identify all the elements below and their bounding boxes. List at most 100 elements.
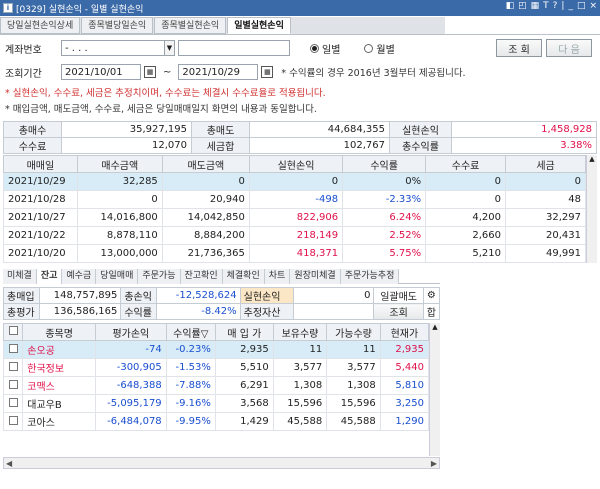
tab-stock-realized[interactable]: 종목별실현손익 — [154, 17, 227, 34]
settings-icon[interactable]: ⚙ — [422, 287, 441, 304]
cell-tax: 49,991 — [505, 244, 586, 263]
date-to-input[interactable]: 2021/10/29 — [178, 64, 259, 80]
col-avg-price[interactable]: 매 입 가 — [214, 323, 274, 341]
tab-chart[interactable]: 차트 — [264, 269, 291, 284]
tab-balance-check[interactable]: 잔고확인 — [180, 269, 223, 284]
row-checkbox[interactable] — [2, 340, 24, 359]
scroll-left-icon[interactable]: ◀ — [6, 459, 12, 468]
total-sell-label: 총매도 — [191, 121, 250, 138]
total-eval-label: 총평가 — [3, 303, 40, 320]
window-controls: ◧ ◰ ▦ T ? | _ □ × — [506, 1, 597, 11]
daily-table-scrollbar[interactable]: ▲ — [586, 155, 597, 263]
cell-rate: 2.52% — [342, 226, 427, 245]
fee-value: 12,070 — [61, 137, 192, 154]
col-price[interactable]: 현재가 — [379, 323, 430, 341]
calendar-icon[interactable]: ▦ — [144, 66, 156, 78]
app-icon: i — [3, 3, 13, 13]
cell-sell: 8,884,200 — [161, 226, 250, 245]
col-pnl[interactable]: 실현손익 — [248, 155, 344, 173]
minimize-icon[interactable]: _ — [568, 1, 573, 11]
calendar-icon[interactable]: ▦ — [261, 66, 274, 78]
radio-monthly[interactable]: 월별 — [364, 41, 395, 56]
tab-daily-realized[interactable]: 일별실현손익 — [227, 17, 291, 34]
title-bar: i [0329] 실현손익 - 일별 실현손익 ◧ ◰ ▦ T ? | _ □ … — [0, 0, 600, 16]
next-button[interactable]: 다 음 — [546, 39, 592, 57]
cell-tax: 20,431 — [505, 226, 586, 245]
layout-icon[interactable]: ◰ — [518, 1, 527, 11]
cell-sell: 14,042,850 — [161, 208, 250, 227]
table-row[interactable]: 2021/10/20 13,000,000 21,736,365 418,371… — [3, 244, 586, 263]
table-row[interactable]: 대교우B -5,095,179 -9.16% 3,568 15,596 15,5… — [2, 394, 430, 413]
table-row[interactable]: 손오공 -74 -0.23% 2,935 11 11 2,935 — [2, 340, 430, 359]
account-dropdown-icon[interactable]: ▼ — [165, 40, 175, 56]
sum-button[interactable]: 합 — [422, 303, 441, 320]
col-fee[interactable]: 수수료 — [425, 155, 507, 173]
tab-stock-today[interactable]: 종목별당일손익 — [81, 17, 154, 34]
close-icon[interactable]: × — [589, 1, 597, 11]
row-checkbox[interactable] — [2, 412, 24, 431]
cell-avg: 2,935 — [214, 340, 274, 359]
cell-pnl: -6,484,078 — [95, 412, 167, 431]
help-icon[interactable]: ? — [553, 1, 558, 11]
col-sell[interactable]: 매도금액 — [161, 155, 250, 173]
table-row[interactable]: 2021/10/28 0 20,940 -498 -2.33% 0 48 — [3, 190, 586, 209]
balance-query-button[interactable]: 조회 — [373, 303, 424, 320]
tab-orderable-est[interactable]: 주문가능추정 — [340, 269, 400, 284]
grid-icon[interactable]: ▦ — [531, 1, 540, 11]
table-row[interactable]: 2021/10/22 8,878,110 8,884,200 218,149 2… — [3, 226, 586, 245]
scroll-right-icon[interactable]: ▶ — [431, 459, 437, 468]
select-all-checkbox[interactable] — [2, 323, 24, 341]
scroll-up-icon[interactable]: ▲ — [430, 323, 440, 331]
total-eval-value: 136,586,165 — [38, 303, 122, 320]
row-checkbox[interactable] — [2, 394, 24, 413]
col-name[interactable]: 종목명 — [22, 323, 97, 341]
info-note: * 매입금액, 매도금액, 수수료, 세금은 당일매매일지 화면의 내용과 동일… — [5, 104, 317, 115]
tab-ledger-unfilled[interactable]: 원장미체결 — [290, 269, 341, 284]
query-button[interactable]: 조 회 — [496, 39, 542, 57]
cell-avg: 3,568 — [214, 394, 274, 413]
table-row[interactable]: 2021/10/29 32,285 0 0 0% 0 0 — [3, 172, 586, 191]
cell-pnl: 418,371 — [248, 244, 344, 263]
horizontal-scrollbar[interactable]: ◀ ▶ — [3, 457, 440, 469]
tab-daily-detail[interactable]: 당일실현손익상세 — [0, 17, 81, 34]
table-row[interactable]: 코맥스 -648,388 -7.88% 6,291 1,308 1,308 5,… — [2, 376, 430, 395]
col-avail[interactable]: 가능수량 — [326, 323, 381, 341]
col-eval-pnl[interactable]: 평가손익 — [95, 323, 167, 341]
cell-pnl: -74 — [95, 340, 167, 359]
account-input[interactable]: - . . . — [61, 40, 165, 56]
batch-sell-button[interactable]: 일괄매도 — [373, 287, 424, 304]
font-icon[interactable]: T — [543, 1, 549, 11]
col-tax[interactable]: 세금 — [505, 155, 586, 173]
window-title: [0329] 실현손익 - 일별 실현손익 — [16, 4, 144, 15]
cell-avail: 11 — [326, 340, 381, 359]
col-rate[interactable]: 수익률▽ — [165, 323, 216, 341]
table-row[interactable]: 한국정보 -300,905 -1.53% 5,510 3,577 3,577 5… — [2, 358, 430, 377]
tab-balance[interactable]: 잔고 — [36, 269, 63, 284]
tab-orderable[interactable]: 주문가능 — [138, 269, 181, 284]
col-date[interactable]: 매매일 — [3, 155, 78, 173]
col-rate[interactable]: 수익률 — [342, 155, 427, 173]
row-checkbox[interactable] — [2, 358, 24, 377]
cell-pnl: -5,095,179 — [95, 394, 167, 413]
realized-value: 0 — [292, 287, 375, 304]
cell-buy: 8,878,110 — [76, 226, 163, 245]
maximize-icon[interactable]: □ — [577, 1, 586, 11]
cell-fee: 5,210 — [425, 244, 507, 263]
tab-fill-check[interactable]: 체결확인 — [222, 269, 265, 284]
pin-icon[interactable]: ◧ — [506, 1, 515, 11]
cell-name: 코맥스 — [22, 376, 97, 395]
account-tabs: 미체결 잔고 예수금 당일매매 주문가능 잔고확인 체결확인 차트 원장미체결 … — [3, 269, 440, 284]
tab-today-trades[interactable]: 당일매매 — [96, 269, 139, 284]
tab-unfilled[interactable]: 미체결 — [3, 269, 37, 284]
scroll-up-icon[interactable]: ▲ — [587, 155, 597, 163]
table-row[interactable]: 코아스 -6,484,078 -9.95% 1,429 45,588 45,58… — [2, 412, 430, 431]
radio-daily[interactable]: 일별 — [310, 41, 340, 56]
date-from-input[interactable]: 2021/10/01 — [61, 64, 141, 80]
table-row[interactable]: 2021/10/27 14,016,800 14,042,850 822,906… — [3, 208, 586, 227]
col-qty[interactable]: 보유수량 — [272, 323, 328, 341]
tab-deposit[interactable]: 예수금 — [62, 269, 97, 284]
row-checkbox[interactable] — [2, 376, 24, 395]
col-buy[interactable]: 매수금액 — [76, 155, 163, 173]
holdings-scrollbar[interactable]: ▲ — [429, 323, 440, 456]
cell-date: 2021/10/28 — [3, 190, 78, 209]
